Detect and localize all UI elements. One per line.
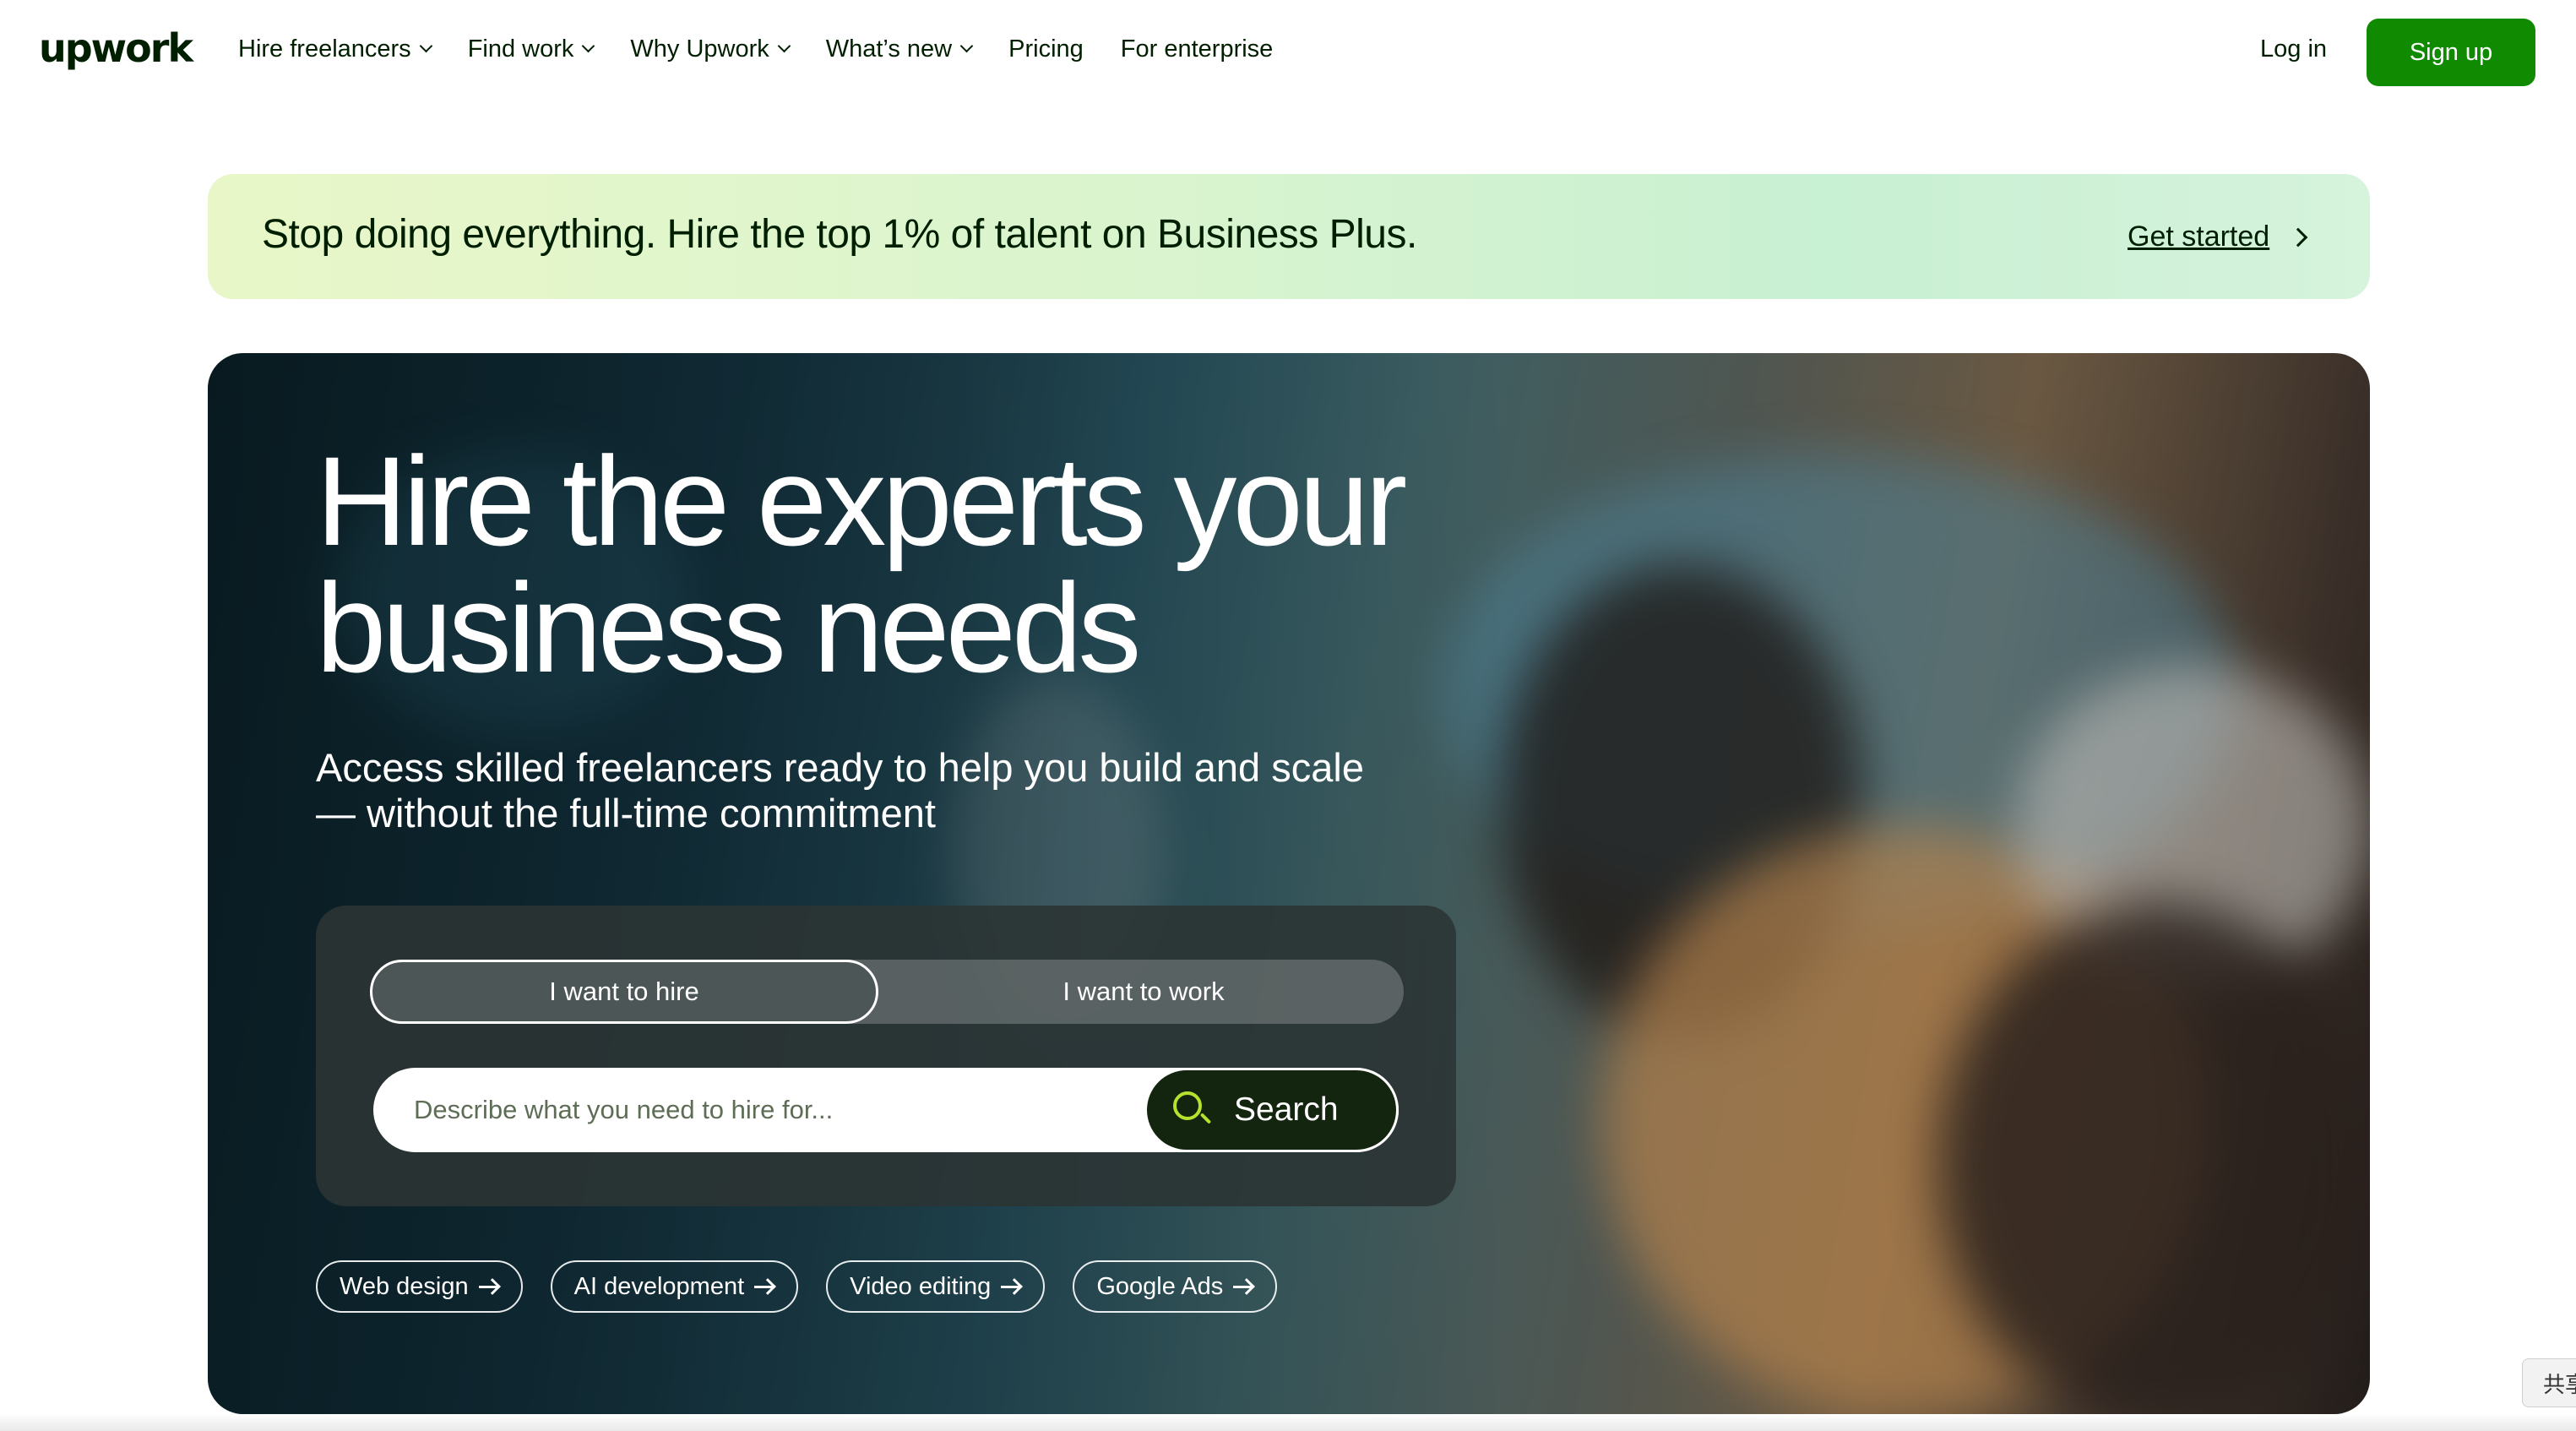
nav-item-find-work[interactable]: Find work (467, 35, 595, 63)
arrow-right-icon (1001, 1280, 1021, 1293)
chip-label: Web design (340, 1272, 469, 1300)
nav-item-whats-new[interactable]: What’s new (825, 35, 974, 63)
nav-item-label: Hire freelancers (238, 35, 411, 63)
nav-item-pricing[interactable]: Pricing (1008, 35, 1084, 63)
signup-button[interactable]: Sign up (2367, 19, 2535, 86)
hero-title-line-1: Hire the experts your (316, 430, 1407, 572)
nav-item-why-upwork[interactable]: Why Upwork (630, 35, 791, 63)
want-to-hire-tab[interactable]: I want to hire (370, 960, 878, 1024)
search-input[interactable] (414, 1090, 1140, 1130)
arrow-right-icon (754, 1280, 774, 1293)
hero-subtitle-line-1: Access skilled freelancers ready to help… (316, 745, 1364, 790)
chevron-down-icon (777, 39, 791, 53)
chevron-down-icon (959, 39, 974, 53)
login-link[interactable]: Log in (2260, 35, 2327, 63)
nav-item-label: Why Upwork (630, 35, 769, 63)
top-navigation: upwork Hire freelancers Find work Why Up… (0, 0, 2576, 105)
chip-google-ads[interactable]: Google Ads (1073, 1260, 1278, 1313)
chip-ai-development[interactable]: AI development (550, 1260, 799, 1313)
hero-title: Hire the experts your business needs (316, 438, 1583, 691)
chip-label: AI development (573, 1272, 745, 1300)
suggestion-chips: Web design AI development Video editing … (316, 1260, 1305, 1313)
nav-item-label: For enterprise (1120, 35, 1274, 63)
nav-item-hire-freelancers[interactable]: Hire freelancers (238, 35, 432, 63)
hero-title-line-2: business needs (316, 557, 1141, 699)
chip-web-design[interactable]: Web design (316, 1260, 523, 1313)
chip-label: Google Ads (1096, 1272, 1224, 1300)
chip-label: Video editing (850, 1272, 992, 1300)
nav-item-for-enterprise[interactable]: For enterprise (1121, 35, 1274, 63)
get-started-label: Get started (2128, 220, 2270, 253)
search-panel: I want to hire I want to work Search (316, 906, 1456, 1206)
chevron-down-icon (419, 39, 432, 53)
arrow-right-icon (1233, 1280, 1253, 1293)
nav-item-label: Find work (467, 35, 574, 63)
hero-subtitle: Access skilled freelancers ready to help… (316, 745, 1498, 836)
hero-subtitle-line-2: — without the full-time commitment (316, 791, 936, 835)
want-to-work-tab[interactable]: I want to work (883, 960, 1404, 1024)
nav-item-label: What’s new (825, 35, 953, 63)
upwork-logo[interactable]: upwork (39, 25, 193, 71)
chevron-down-icon (582, 39, 595, 53)
arrow-right-icon (478, 1280, 499, 1293)
hire-work-toggle: I want to hire I want to work (370, 960, 1404, 1024)
promo-text: Stop doing everything. Hire the top 1% o… (262, 212, 1417, 257)
hero-section: Hire the experts your business needs Acc… (208, 353, 2370, 1414)
input-method-indicator[interactable]: 共享 (2522, 1358, 2576, 1407)
search-bar: Search (373, 1068, 1399, 1152)
search-icon (1173, 1091, 1212, 1129)
chevron-right-icon (2288, 227, 2308, 247)
nav-menu: Hire freelancers Find work Why Upwork Wh… (238, 35, 1310, 63)
promo-banner: Stop doing everything. Hire the top 1% o… (208, 174, 2370, 299)
window-bottom-edge (0, 1414, 2576, 1431)
nav-item-label: Pricing (1008, 35, 1084, 63)
search-button[interactable]: Search (1149, 1073, 1394, 1147)
chip-video-editing[interactable]: Video editing (826, 1260, 1046, 1313)
get-started-link[interactable]: Get started (2128, 220, 2308, 253)
search-button-label: Search (1234, 1091, 1339, 1128)
